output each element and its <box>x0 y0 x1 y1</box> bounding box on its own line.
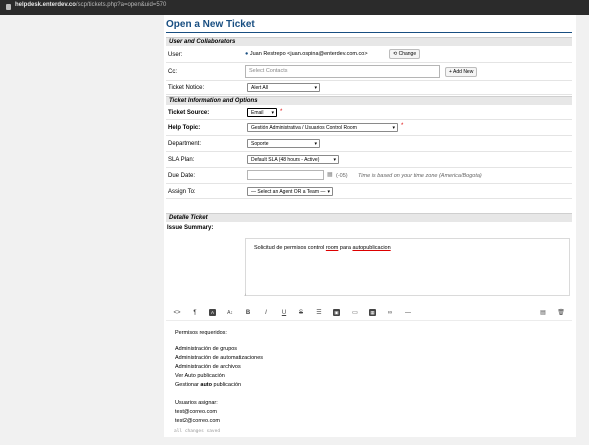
url-text[interactable]: helpdesk.enterdev.co/scp/tickets.php?a=o… <box>15 2 166 8</box>
horizontal-rule-icon[interactable]: — <box>403 309 413 317</box>
ticket-form: Open a New Ticket User and Collaborators… <box>164 15 576 437</box>
sla-label: SLA Plan: <box>168 157 195 163</box>
editor-line: test2@correo.com <box>175 418 221 424</box>
save-status: all changes saved <box>174 429 221 434</box>
browser-address-bar[interactable]: helpdesk.enterdev.co/scp/tickets.php?a=o… <box>0 0 589 15</box>
user-row: User: ● Juan Restrepo <juan.ospina@enter… <box>166 47 572 63</box>
section-ticket-info: Ticket Information and Options <box>166 96 572 105</box>
editor-line: test@correo.com <box>175 409 217 415</box>
timezone-offset: (-05) <box>336 173 348 179</box>
font-size-icon[interactable]: A↕ <box>225 309 235 317</box>
notice-label: Ticket Notice: <box>168 85 205 91</box>
strikethrough-icon[interactable]: S <box>296 309 306 317</box>
issue-summary-input[interactable]: Solicitud de permisos control room para … <box>245 238 570 296</box>
topic-label: Help Topic: <box>168 125 201 131</box>
link-icon[interactable]: ∞ <box>385 309 395 317</box>
issue-summary-text: Solicitud de permisos control room para … <box>254 245 391 251</box>
editor-line: Permisos requeridos: <box>175 330 227 336</box>
editor-line: Usuarios asignar: <box>175 400 218 406</box>
notice-row: Ticket Notice: Alert All ▾ <box>166 81 572 95</box>
department-label: Department: <box>168 141 202 147</box>
chevron-down-icon: ▾ <box>314 85 317 91</box>
text-style-icon[interactable]: A <box>209 309 216 316</box>
cc-label: Cc: <box>168 69 177 75</box>
assign-row: Assign To: — Select an Agent OR a Team —… <box>166 184 572 199</box>
notice-select[interactable]: Alert All ▾ <box>247 83 320 92</box>
assign-label: Assign To: <box>168 189 196 195</box>
sla-row: SLA Plan: Default SLA (48 hours - Active… <box>166 152 572 168</box>
list-icon[interactable]: ☰ <box>314 309 324 317</box>
editor-line-gestionar: Gestionar auto publicación <box>175 382 242 388</box>
cc-input[interactable]: Select Contacts <box>245 65 440 78</box>
chevron-down-icon: ▾ <box>271 110 274 116</box>
editor-line: Ver Auto publicación <box>175 373 225 379</box>
change-user-button[interactable]: ⟲ Change <box>389 49 421 59</box>
source-row: Ticket Source: Email ▾ * <box>166 106 572 120</box>
due-date-input[interactable] <box>247 170 324 180</box>
user-value: ● Juan Restrepo <juan.ospina@enterdev.co… <box>245 51 368 57</box>
user-label: User: <box>168 52 183 58</box>
due-date-label: Due Date: <box>168 173 196 179</box>
code-icon[interactable]: <> <box>172 309 182 317</box>
resize-handle-icon[interactable]: ⌟ <box>244 291 246 297</box>
user-icon: ● <box>245 51 249 57</box>
paragraph-icon[interactable]: ¶ <box>190 309 200 317</box>
chevron-down-icon: ▾ <box>314 141 317 147</box>
calendar-icon[interactable]: ▦ <box>327 171 333 178</box>
source-select[interactable]: Email ▾ <box>247 108 277 117</box>
bold-icon[interactable]: B <box>243 309 253 317</box>
editor-line: Administración de grupos <box>175 346 238 352</box>
required-marker: * <box>280 109 283 115</box>
lock-icon <box>6 4 11 10</box>
editor-toolbar: <> ¶ A A↕ B I U S ☰ ▣ ▭ ▦ ∞ — ▤ 🗑 <box>166 306 572 321</box>
department-select[interactable]: Soporte ▾ <box>247 139 320 148</box>
video-icon[interactable]: ▭ <box>350 309 360 317</box>
editor-line: Administración de archivos <box>175 364 241 370</box>
department-row: Department: Soporte ▾ <box>166 136 572 152</box>
topic-row: Help Topic: Gestión Administrativa / Usu… <box>166 120 572 136</box>
left-margin <box>0 15 164 437</box>
required-marker: * <box>401 123 404 129</box>
issue-summary-label: Issue Summary: <box>167 225 214 231</box>
message-editor[interactable]: Permisos requeridos: Administración de g… <box>166 320 572 445</box>
cc-row: Cc: Select Contacts + Add New <box>166 63 572 81</box>
right-margin <box>576 15 589 437</box>
save-icon[interactable]: ▤ <box>538 309 548 317</box>
chevron-down-icon: ▾ <box>333 157 336 163</box>
source-label: Ticket Source: <box>168 110 210 116</box>
italic-icon[interactable]: I <box>261 309 271 317</box>
section-user: User and Collaborators <box>166 37 572 46</box>
underline-icon[interactable]: U <box>279 309 289 317</box>
page-title: Open a New Ticket <box>166 19 255 30</box>
due-date-row: Due Date: ▦ (-05) Time is based on your … <box>166 168 572 184</box>
sla-select[interactable]: Default SLA (48 hours - Active) ▾ <box>247 155 339 164</box>
image-icon[interactable]: ▣ <box>333 309 340 316</box>
topic-select[interactable]: Gestión Administrativa / Usuarios Contro… <box>247 123 398 132</box>
assign-select[interactable]: — Select an Agent OR a Team — ▾ <box>247 187 333 196</box>
chevron-down-icon: ▾ <box>327 189 330 195</box>
title-rule <box>166 32 572 33</box>
add-new-button[interactable]: + Add New <box>445 67 478 77</box>
table-icon[interactable]: ▦ <box>369 309 376 316</box>
trash-icon[interactable]: 🗑 <box>556 309 566 317</box>
chevron-down-icon: ▾ <box>392 125 395 131</box>
section-details: Detalle Ticket <box>166 213 572 222</box>
timezone-note: Time is based on your time zone (America… <box>358 173 482 179</box>
editor-line: Administración de automatizaciones <box>175 355 264 361</box>
